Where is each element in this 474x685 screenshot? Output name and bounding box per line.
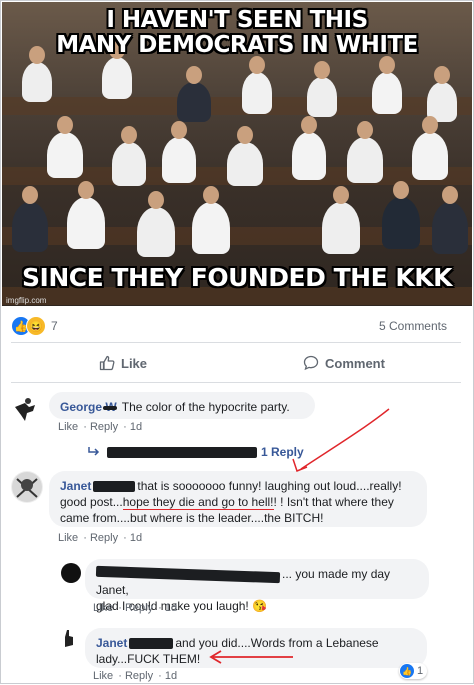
- comment-reaction-count: 1: [417, 665, 424, 677]
- comment-reply-link[interactable]: Reply: [90, 421, 118, 433]
- reactions-summary[interactable]: 👍 😆 7: [11, 316, 58, 336]
- comment-bubble: Janet and you did....Words from a Lebanes…: [85, 628, 427, 668]
- comment-text-line-2a: good post...: [60, 495, 123, 509]
- comment-actions: Like · Reply · 1d: [58, 532, 143, 544]
- comment-text-line-1: that is sooooooo funny! laughing out lou…: [137, 479, 402, 493]
- comment-bubble: Janet that is sooooooo funny! laughing ou…: [49, 471, 427, 527]
- comment-text-line-2c: ! ! Isn't that where they: [273, 495, 394, 509]
- meme-caption-line-2: MANY DEMOCRATS IN WHITE: [56, 32, 418, 58]
- comment-actions: Like · Reply · 1d: [58, 421, 143, 433]
- comment-button[interactable]: Comment: [303, 353, 385, 373]
- view-replies-link[interactable]: 1 Reply: [87, 445, 304, 459]
- haha-reaction-icon: 😆: [26, 316, 46, 336]
- comment-like-link[interactable]: Like: [58, 421, 78, 433]
- comment-reply-link[interactable]: Reply: [125, 602, 153, 614]
- meme-image[interactable]: I HAVEN'T SEEN THIS MANY DEMOCRATS IN WH…: [2, 2, 472, 306]
- comment-text-line-1: and you did....Words from a Lebanese: [175, 636, 379, 650]
- comment-actions: Like · Reply · 1d: [93, 602, 178, 614]
- meme-caption-bottom: SINCE THEY FOUNDED THE KKK: [22, 263, 452, 292]
- annotation-arrow: [300, 408, 390, 470]
- reply-arrow-icon: [88, 447, 100, 456]
- reaction-count: 7: [51, 319, 58, 333]
- avatar[interactable]: [11, 471, 43, 503]
- name-redaction: [93, 481, 136, 493]
- name-redaction: [95, 566, 281, 584]
- avatar[interactable]: [57, 627, 79, 649]
- meme-watermark: imgflip.com: [6, 296, 47, 305]
- comment-reaction-badge[interactable]: 👍 1: [399, 663, 428, 679]
- thumbs-up-icon: [99, 355, 115, 371]
- meme-caption-line-1: I HAVEN'T SEEN THIS: [106, 7, 368, 33]
- divider: [11, 342, 461, 343]
- comment-actions: Like · Reply · 1d: [93, 670, 178, 682]
- comment-time: 1d: [164, 670, 178, 682]
- comment-bubble-icon: [303, 355, 319, 371]
- name-redaction: [102, 405, 117, 410]
- annotation-arrow-head: [292, 458, 308, 472]
- comment-author[interactable]: Janet: [60, 479, 91, 493]
- comment-like-link[interactable]: Like: [93, 602, 113, 614]
- avatar[interactable]: [11, 393, 43, 425]
- name-redaction: [129, 638, 174, 650]
- comment-author[interactable]: Janet: [96, 636, 127, 650]
- comment-button-label: Comment: [325, 355, 385, 371]
- comment-text: The color of the hypocrite party.: [121, 400, 290, 414]
- comment-like-link[interactable]: Like: [58, 532, 78, 544]
- comment-like-link[interactable]: Like: [93, 670, 113, 682]
- facebook-post: I HAVEN'T SEEN THIS MANY DEMOCRATS IN WH…: [0, 0, 474, 684]
- comment-bubble: George W The color of the hypocrite part…: [49, 392, 315, 419]
- comment-time: 1d: [164, 602, 178, 614]
- comment-reply-link[interactable]: Reply: [125, 670, 153, 682]
- comment-reply-link[interactable]: Reply: [90, 532, 118, 544]
- comment-time: 1d: [129, 421, 143, 433]
- name-redaction: [107, 446, 257, 458]
- comment-text-line-3: came from....but where is the leader....…: [60, 511, 324, 525]
- kiss-emoji: 😘: [252, 599, 268, 613]
- replies-count: 1 Reply: [261, 445, 304, 459]
- comment-bubble: ... you made my day Janet, glad I could …: [85, 559, 429, 613]
- comments-count-link[interactable]: 5 Comments: [379, 319, 447, 333]
- like-reaction-icon: 👍: [400, 664, 414, 678]
- avatar[interactable]: [61, 563, 81, 583]
- like-button[interactable]: Like: [99, 353, 147, 373]
- comment-time: 1d: [129, 532, 143, 544]
- meme-caption-top: I HAVEN'T SEEN THIS MANY DEMOCRATS IN WH…: [2, 8, 472, 58]
- comment-text-line-2: lady...FUCK THEM!: [96, 652, 201, 666]
- underlined-text: hope they die and go to hell!: [122, 495, 274, 510]
- divider: [11, 382, 461, 383]
- like-button-label: Like: [121, 355, 148, 371]
